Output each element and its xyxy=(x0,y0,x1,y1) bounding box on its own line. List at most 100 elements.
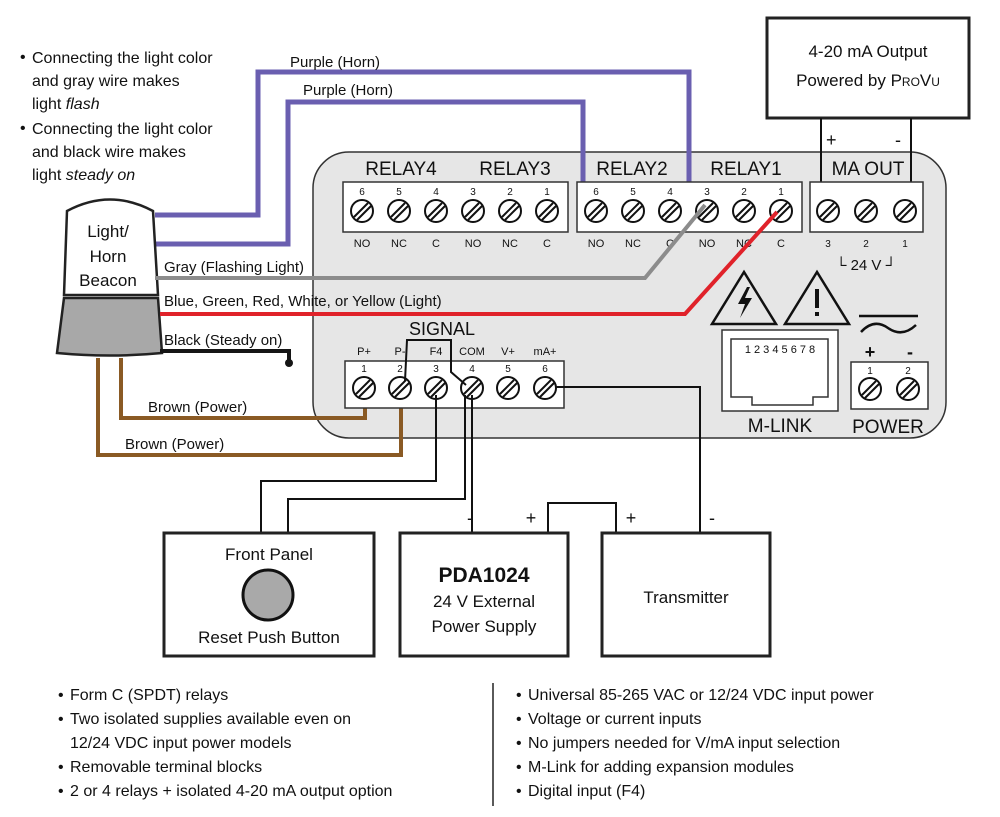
signal-screw-terminal[interactable] xyxy=(352,376,376,400)
undefined-label: I+ xyxy=(861,0,870,3)
relay-4-3-screw-terminal[interactable] xyxy=(535,199,559,223)
feature-left-item: Form C (SPDT) relays xyxy=(70,687,228,704)
relay-4-3-number: 5 xyxy=(396,187,402,198)
purple-horn-label-inner: Purple (Horn) xyxy=(303,82,393,99)
pda-line-2: 24 V External xyxy=(433,592,535,611)
feature-right-item: Digital input (F4) xyxy=(528,783,645,800)
ma-out-24v-label: └ 24 V ┘ xyxy=(836,256,896,274)
power-minus: - xyxy=(907,342,913,362)
black-wire-label: Black (Steady on) xyxy=(164,332,282,349)
relay-4-3-screw-terminal[interactable] xyxy=(498,199,522,223)
relay-2-1-screw-terminal[interactable] xyxy=(584,199,608,223)
relay-4-3-label: NC xyxy=(391,238,407,250)
ma-output-plus: + xyxy=(826,130,837,150)
undefined-label: I- xyxy=(825,0,832,3)
undefined-number: 1 xyxy=(902,239,908,250)
ma-output-minus: - xyxy=(895,130,901,150)
feature-left-item: Removable terminal blocks xyxy=(70,759,262,776)
relay-2-1-label: NC xyxy=(625,238,641,250)
feature-right-item: Universal 85-265 VAC or 12/24 VDC input … xyxy=(528,687,874,704)
relay-2-1-label: NO xyxy=(588,238,605,250)
front-panel-title: Front Panel xyxy=(225,545,313,564)
relay-2-1-number: 4 xyxy=(667,187,673,198)
undefined-screw-terminal[interactable] xyxy=(854,199,878,223)
mlink-label: M-LINK xyxy=(748,416,813,437)
beacon-label-3: Beacon xyxy=(79,271,137,290)
relay-2-1-number: 6 xyxy=(593,187,599,198)
feature-right-item: Voltage or current inputs xyxy=(528,711,701,728)
features-right-list: • Universal 85-265 VAC or 12/24 VDC input… xyxy=(516,687,874,800)
undefined-number: 3 xyxy=(825,239,831,250)
feature-left-item: 12/24 VDC input power models xyxy=(70,735,291,752)
note-bullet: • xyxy=(20,49,26,66)
transmitter-plus: + xyxy=(626,508,637,528)
power-screw-terminal[interactable] xyxy=(858,377,882,401)
feature-left-item: 2 or 4 relays + isolated 4-20 mA output … xyxy=(70,783,392,800)
brown-wire-label-2: Brown (Power) xyxy=(125,436,224,453)
wiring-diagram: • Connecting the light color and gray wi… xyxy=(20,0,971,806)
power-number: 2 xyxy=(905,366,911,377)
signal-label: V+ xyxy=(501,346,515,358)
undefined-screw-terminal[interactable] xyxy=(816,199,840,223)
relay-4-3-label: C xyxy=(432,238,440,250)
undefined-screw-terminal[interactable] xyxy=(893,199,917,223)
signal-screw-terminal[interactable] xyxy=(388,376,412,400)
feature-right-item: No jumpers needed for V/mA input selecti… xyxy=(528,735,840,752)
signal-screw-terminal[interactable] xyxy=(496,376,520,400)
light-wire-label: Blue, Green, Red, White, or Yellow (Ligh… xyxy=(164,293,442,310)
pda-title: PDA1024 xyxy=(438,564,529,587)
light-horn-beacon: Light/ Horn Beacon xyxy=(55,198,164,357)
relay-2-1-screw-terminal[interactable] xyxy=(732,199,756,223)
bullet: • xyxy=(516,687,522,704)
relay-4-3-number: 4 xyxy=(433,187,439,198)
relay-4-3-screw-terminal[interactable] xyxy=(387,199,411,223)
signal-label: F4 xyxy=(430,346,443,358)
relay-2-1-screw-terminal[interactable] xyxy=(621,199,645,223)
bullet: • xyxy=(516,759,522,776)
power-label: POWER xyxy=(852,417,924,438)
relay-2-1-screw-terminal[interactable] xyxy=(658,199,682,223)
relay-4-3-screw-terminal[interactable] xyxy=(461,199,485,223)
note-1-line-2: and gray wire makes xyxy=(32,73,180,90)
signal-label: COM xyxy=(459,346,485,358)
reset-push-button[interactable] xyxy=(241,568,295,622)
signal-number: 6 xyxy=(542,364,548,375)
note-1-plain: light xyxy=(32,96,66,113)
relay-4-3-terminal-block xyxy=(342,181,569,233)
ma-output-plain: Powered by xyxy=(796,71,891,90)
signal-screw-terminal[interactable] xyxy=(533,376,557,400)
beacon-label-2: Horn xyxy=(90,247,127,266)
relay1-header: RELAY1 xyxy=(710,159,781,180)
note-2-line-1: Connecting the light color xyxy=(32,121,213,138)
transmitter-minus: - xyxy=(709,508,715,528)
power-screw-terminal[interactable] xyxy=(896,377,920,401)
relay-4-3-number: 3 xyxy=(470,187,476,198)
note-1-italic: flash xyxy=(66,96,100,113)
note-2-line-2: and black wire makes xyxy=(32,144,186,161)
relay-2-1-number: 5 xyxy=(630,187,636,198)
signal-number: 3 xyxy=(433,364,439,375)
relay-2-1-number: 3 xyxy=(704,187,710,198)
note-2-line-3: light steady on xyxy=(32,167,135,184)
pda-plus-to-transmitter-wire xyxy=(547,502,617,533)
relay-4-3-screw-terminal[interactable] xyxy=(424,199,448,223)
beacon-label-1: Light/ xyxy=(87,222,129,241)
black-wire-end xyxy=(285,359,293,367)
relay-4-3-label: NC xyxy=(502,238,518,250)
brown-wire-label-1: Brown (Power) xyxy=(148,399,247,416)
black-steady-wire xyxy=(160,349,291,362)
ma-out-header: MA OUT xyxy=(832,159,905,180)
ma-output-line-2: Powered by ProVu xyxy=(796,71,940,90)
undefined-label: R xyxy=(901,0,909,3)
feature-right-item: M-Link for adding expansion modules xyxy=(528,759,794,776)
relay-4-3-screw-terminal[interactable] xyxy=(350,199,374,223)
signal-label: mA+ xyxy=(534,346,557,358)
relay-2-1-label: NO xyxy=(699,238,716,250)
note-1-line-3: light flash xyxy=(32,96,100,113)
transmitter-title: Transmitter xyxy=(643,588,729,607)
power-number: 1 xyxy=(867,366,873,377)
pda-plus: + xyxy=(526,508,537,528)
pda-line-3: Power Supply xyxy=(432,617,537,636)
signal-number: 5 xyxy=(505,364,511,375)
relay-4-3-number: 2 xyxy=(507,187,513,198)
